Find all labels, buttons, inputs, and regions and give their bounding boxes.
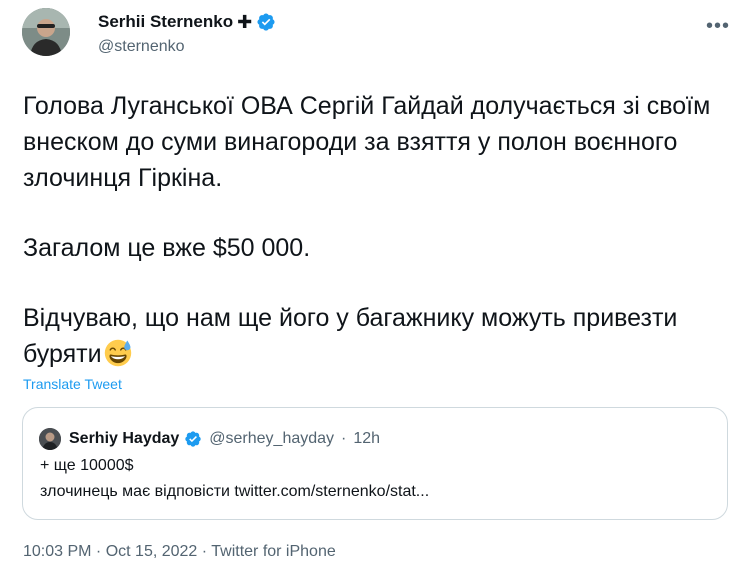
quoted-tweet-header: Serhiy Hayday @serhey_hayday · 12h [39,428,380,450]
author-handle[interactable]: @sternenko [98,38,185,56]
quoted-author-handle[interactable]: @serhey_hayday [209,430,334,448]
verified-badge-icon [185,431,201,447]
more-options-icon[interactable]: ••• [706,16,730,36]
quoted-tweet-text: злочинець має відповісти twitter.com/ste… [40,483,430,500]
meta-separator: · [341,430,347,447]
quoted-author-name[interactable]: Serhiy Hayday [69,430,179,448]
grinning-face-with-sweat-emoji [104,339,131,367]
quoted-tweet-age: 12h [353,430,381,447]
tweet: Serhii Sternenko ✚ @sternenko ••• Голова… [0,0,748,584]
quoted-author-avatar[interactable] [39,428,61,450]
quoted-tweet-text: + ще 10000$ [40,457,134,474]
quoted-tweet-card[interactable]: Serhiy Hayday @serhey_hayday · 12h + ще … [22,407,728,520]
verified-badge-icon [257,13,275,31]
author-avatar[interactable] [22,8,70,56]
tweet-text: Голова Луганської ОВА Сергій Гайдай долу… [23,88,733,372]
author-name-row: Serhii Sternenko ✚ [98,12,276,32]
tweet-paragraph: Голова Луганської ОВА Сергій Гайдай долу… [23,92,711,192]
tweet-timestamp[interactable]: 10:03 PM · Oct 15, 2022 · Twitter for iP… [23,543,336,561]
translate-tweet-link[interactable]: Translate Tweet [23,376,122,392]
cross-icon: ✚ [237,12,253,32]
tweet-paragraph: Відчуваю, що нам ще його у багажнику мож… [23,300,733,372]
author-name[interactable]: Serhii Sternenko [98,12,233,32]
tweet-paragraph: Загалом це вже $50 000. [23,234,311,262]
